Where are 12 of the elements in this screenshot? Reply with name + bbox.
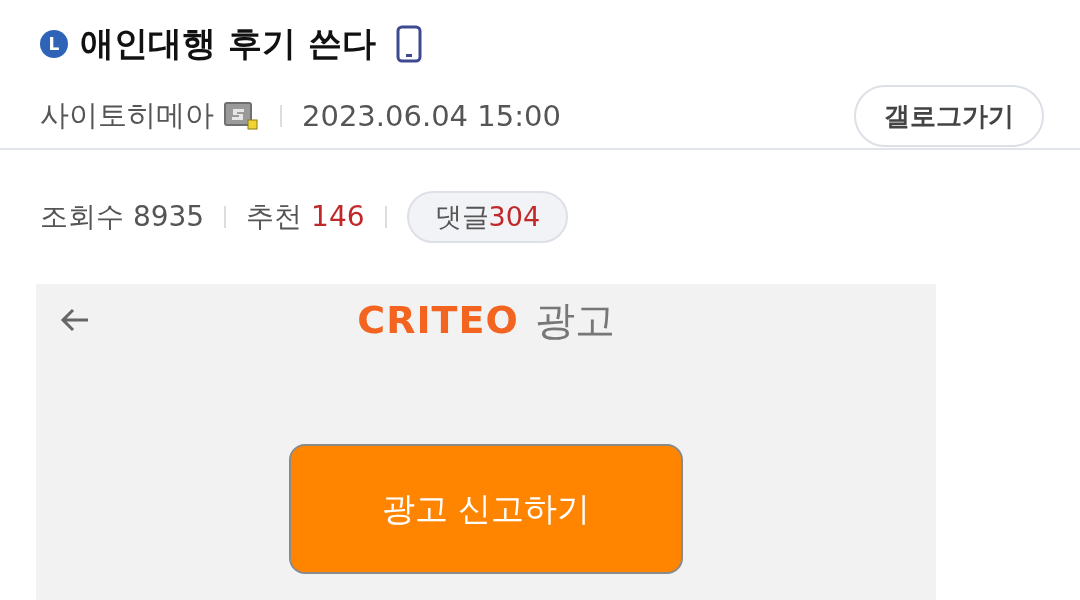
post-date: 2023.06.04 15:00: [302, 99, 561, 133]
view-count: 조회수 8935: [40, 199, 205, 235]
recommend-count: 추천 146: [246, 199, 365, 235]
gallog-button[interactable]: 갤로그가기: [854, 85, 1044, 147]
post-title: 애인대행 후기 쓴다: [80, 22, 376, 65]
level-badge: L: [40, 30, 68, 58]
criteo-logo: CRITEO: [357, 298, 519, 342]
author-name[interactable]: 사이토히메아: [40, 96, 214, 136]
mobile-phone-icon: [395, 25, 422, 63]
ad-label: 광고: [534, 295, 615, 345]
comment-button[interactable]: 댓글304: [406, 191, 569, 243]
gallery-member-icon: [224, 101, 260, 131]
